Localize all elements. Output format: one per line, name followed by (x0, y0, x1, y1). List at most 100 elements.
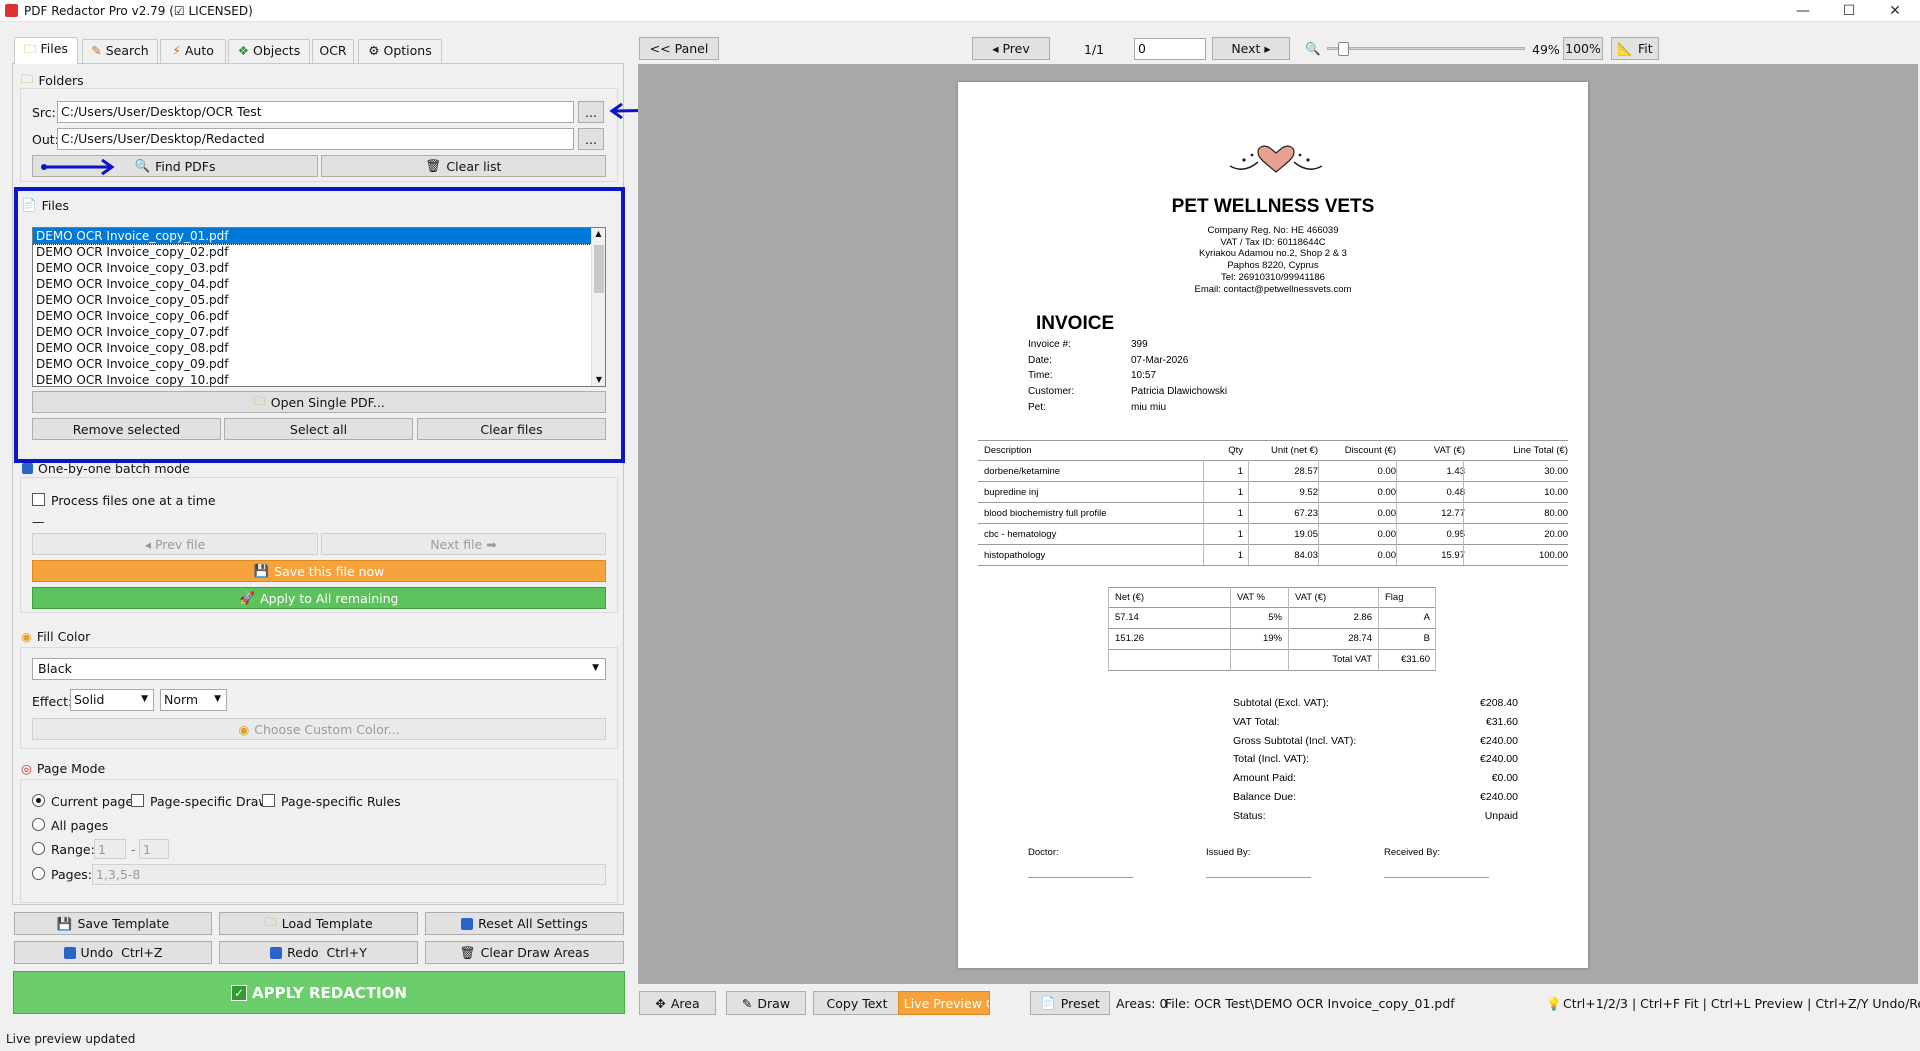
page-specific-rules-checkbox[interactable] (262, 794, 275, 807)
magnifier-icon: 🔍 (134, 158, 151, 173)
item-description: blood biochemistry full profile (984, 508, 1107, 519)
range-radio[interactable] (32, 842, 45, 855)
close-button[interactable]: ✕ (1872, 0, 1918, 22)
out-browse-button[interactable]: ... (578, 128, 604, 150)
apply-all-remaining-button[interactable]: 🚀 Apply to All remaining (32, 587, 606, 609)
page-specific-draw-label: Page-specific Draw (150, 794, 269, 809)
pet-logo (1229, 145, 1323, 173)
pdf-page[interactable]: PET WELLNESS VETS INVOICE Company Reg. N… (958, 82, 1588, 968)
totals-label: VAT Total: (1233, 715, 1280, 728)
file-list-item[interactable]: DEMO OCR Invoice_copy_05.pdf (33, 292, 605, 308)
scrollbar-thumb[interactable] (594, 245, 604, 293)
effect-select[interactable]: Solid ▼ (70, 689, 154, 711)
preset-button[interactable]: 📄 Preset (1030, 991, 1110, 1015)
clear-list-button[interactable]: 🗑 Clear list (321, 155, 606, 177)
process-one-label: Process files one at a time (51, 493, 216, 508)
palette-icon: ◉ (21, 629, 32, 644)
prev-file-button[interactable]: ◂ Prev file (32, 533, 318, 555)
pages-input[interactable]: 1,3,5-8 (92, 864, 606, 885)
tab-ocr[interactable]: OCR (312, 39, 354, 63)
clear-draw-areas-button[interactable]: 🗑 Clear Draw Areas (425, 941, 624, 964)
file-list-item[interactable]: DEMO OCR Invoice_copy_10.pdf (33, 372, 605, 386)
areas-count: Areas: 0 (1116, 996, 1168, 1011)
copy-text-button[interactable]: Copy Text (813, 991, 901, 1015)
meta-value: Patricia Dlawichowski (1131, 386, 1228, 398)
page-number-input[interactable]: 0 (1134, 38, 1206, 60)
palette-icon: ◉ (238, 721, 250, 737)
apply-redaction-button[interactable]: ✓ APPLY REDACTION (13, 971, 625, 1014)
fill-color-select[interactable]: Black ▼ (32, 658, 606, 680)
save-template-button[interactable]: 💾 Save Template (14, 912, 212, 935)
vat-net: 57.14 (1115, 612, 1139, 623)
src-browse-button[interactable]: ... (578, 101, 604, 123)
norm-select[interactable]: Norm ▼ (160, 689, 227, 711)
table-rule (978, 544, 1568, 545)
scroll-down-icon[interactable]: ▼ (592, 374, 605, 386)
panel-toggle-button[interactable]: << Panel (639, 37, 719, 60)
file-list-item[interactable]: DEMO OCR Invoice_copy_06.pdf (33, 308, 605, 324)
files-listbox[interactable]: DEMO OCR Invoice_copy_01.pdf DEMO OCR Inv… (32, 227, 606, 387)
table-divider (1396, 460, 1397, 565)
file-list-item[interactable]: DEMO OCR Invoice_copy_09.pdf (33, 356, 605, 372)
area-tool-button[interactable]: ✥ Area (639, 991, 716, 1015)
file-list-item[interactable]: DEMO OCR Invoice_copy_08.pdf (33, 340, 605, 356)
open-single-pdf-button[interactable]: 🗀 Open Single PDF... (32, 391, 606, 413)
process-one-checkbox[interactable] (32, 493, 45, 506)
range-to-input[interactable]: 1 (139, 839, 169, 859)
zoom-slider-thumb[interactable] (1337, 42, 1349, 56)
range-label: Range: (51, 842, 95, 857)
pages-radio[interactable] (32, 867, 45, 880)
tab-auto[interactable]: ⚡ Auto (160, 39, 226, 63)
tab-files[interactable]: 🗀 Files (14, 37, 78, 64)
next-page-button[interactable]: Next ▸ (1212, 37, 1290, 60)
save-now-label: Save this file now (274, 563, 385, 579)
prev-page-button[interactable]: ◂ Prev (972, 37, 1050, 60)
files-scrollbar[interactable]: ▲ ▼ (591, 228, 605, 386)
load-template-button[interactable]: 🗀 Load Template (219, 912, 418, 935)
scroll-up-icon[interactable]: ▲ (592, 228, 605, 240)
clear-files-button[interactable]: Clear files (417, 418, 606, 440)
tab-search[interactable]: ✎ Search (82, 39, 158, 63)
current-page-radio[interactable] (32, 794, 45, 807)
reset-all-settings-button[interactable]: Reset All Settings (425, 912, 624, 935)
vat-flag: B (1423, 633, 1430, 644)
tab-label: Options (383, 43, 432, 58)
remove-selected-button[interactable]: Remove selected (32, 418, 221, 440)
file-list-item[interactable]: DEMO OCR Invoice_copy_03.pdf (33, 260, 605, 276)
crosshair-icon: ✥ (655, 995, 666, 1011)
zoom-slider[interactable] (1327, 42, 1525, 56)
tab-objects[interactable]: ❖ Objects (228, 39, 310, 63)
tab-options[interactable]: ⚙ Options (358, 39, 442, 63)
items-column-header: Unit (net €) (1271, 445, 1318, 456)
effect-value: Solid (74, 692, 105, 707)
choose-custom-color-button[interactable]: ◉ Choose Custom Color... (32, 718, 606, 740)
table-divider (1203, 460, 1204, 565)
src-folder-input[interactable]: C:/Users/User/Desktop/OCR Test (57, 101, 574, 123)
range-separator: - (131, 842, 136, 857)
file-list-item[interactable]: DEMO OCR Invoice_copy_01.pdf (33, 228, 605, 245)
undo-button[interactable]: Undo Ctrl+Z (14, 941, 212, 964)
file-list-item[interactable]: DEMO OCR Invoice_copy_02.pdf (33, 244, 605, 260)
maximize-button[interactable]: ☐ (1826, 0, 1872, 22)
fit-button[interactable]: 📐 Fit (1611, 37, 1659, 60)
next-file-button[interactable]: Next file ➡ (321, 533, 606, 555)
redo-button[interactable]: Redo Ctrl+Y (219, 941, 418, 964)
range-from-input[interactable]: 1 (94, 839, 126, 859)
table-divider (1230, 587, 1231, 671)
file-list-item[interactable]: DEMO OCR Invoice_copy_04.pdf (33, 276, 605, 292)
app-icon (5, 4, 18, 17)
live-preview-toggle[interactable]: 👁Live Preview ON (898, 991, 990, 1015)
table-divider (1248, 460, 1249, 565)
table-divider (1463, 460, 1464, 565)
draw-tool-button[interactable]: ✎ Draw (726, 991, 806, 1015)
zoom-100-button[interactable]: 100% (1563, 37, 1603, 60)
window-title: PDF Redactor Pro v2.79 (☑ LICENSED) (24, 4, 253, 18)
trash-icon: 🗑 (459, 944, 476, 960)
page-specific-draw-checkbox[interactable] (131, 794, 144, 807)
out-folder-input[interactable]: C:/Users/User/Desktop/Redacted (57, 128, 574, 150)
all-pages-radio[interactable] (32, 818, 45, 831)
select-all-button[interactable]: Select all (224, 418, 413, 440)
minimize-button[interactable]: — (1780, 0, 1826, 22)
file-list-item[interactable]: DEMO OCR Invoice_copy_07.pdf (33, 324, 605, 340)
save-file-now-button[interactable]: 💾 Save this file now (32, 560, 606, 582)
